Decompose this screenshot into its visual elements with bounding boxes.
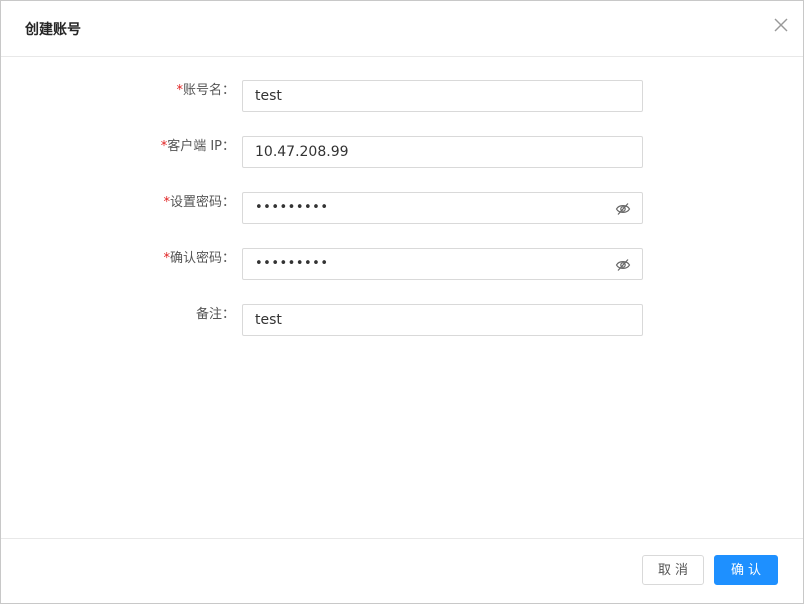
set-password-input[interactable]: ••••••••• bbox=[242, 192, 643, 224]
remark-row: 备注： test bbox=[1, 304, 803, 336]
set-password-value: ••••••••• bbox=[255, 200, 329, 215]
eye-hidden-icon[interactable] bbox=[615, 201, 631, 215]
account-name-input[interactable]: test bbox=[242, 80, 643, 112]
remark-value: test bbox=[255, 312, 282, 328]
set-password-label: *设置密码： bbox=[163, 195, 235, 210]
create-account-dialog: 创建账号 *账号名： test *客户端 IP： 10.47.208.99 *设… bbox=[0, 0, 804, 604]
dialog-header: 创建账号 bbox=[1, 1, 803, 57]
remark-input[interactable]: test bbox=[242, 304, 643, 336]
confirm-button[interactable]: 确认 bbox=[714, 555, 778, 585]
eye-hidden-icon[interactable] bbox=[615, 257, 631, 271]
dialog-title: 创建账号 bbox=[25, 22, 81, 38]
client-ip-input[interactable]: 10.47.208.99 bbox=[242, 136, 643, 168]
client-ip-row: *客户端 IP： 10.47.208.99 bbox=[1, 136, 803, 168]
close-icon[interactable] bbox=[771, 15, 791, 35]
confirm-password-input[interactable]: ••••••••• bbox=[242, 248, 643, 280]
client-ip-label: *客户端 IP： bbox=[160, 139, 235, 154]
remark-label: 备注： bbox=[195, 307, 235, 322]
account-name-row: *账号名： test bbox=[1, 80, 803, 112]
client-ip-value: 10.47.208.99 bbox=[255, 144, 349, 160]
confirm-password-value: ••••••••• bbox=[255, 256, 329, 271]
account-name-label: *账号名： bbox=[176, 83, 235, 98]
confirm-password-row: *确认密码： ••••••••• bbox=[1, 248, 803, 280]
account-name-value: test bbox=[255, 88, 282, 104]
confirm-password-label: *确认密码： bbox=[163, 251, 235, 266]
cancel-button[interactable]: 取消 bbox=[642, 555, 704, 585]
set-password-row: *设置密码： ••••••••• bbox=[1, 192, 803, 224]
dialog-footer: 取消 确认 bbox=[1, 538, 803, 604]
